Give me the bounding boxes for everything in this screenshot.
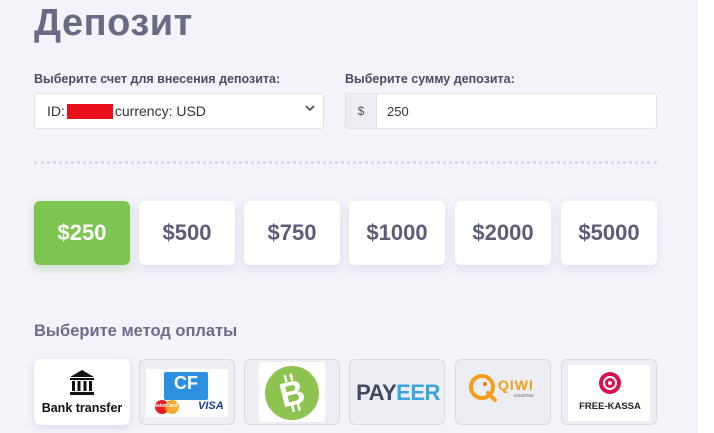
amount-input[interactable] bbox=[377, 102, 639, 120]
payeer-icon: PAYEER bbox=[356, 380, 440, 405]
currency-prefix: $ bbox=[346, 94, 377, 128]
bitcoin-icon: B bbox=[265, 366, 319, 420]
free-kassa-text: FREE-KASSA bbox=[579, 401, 641, 412]
page-title: Депозит bbox=[34, 2, 193, 44]
method-bank-transfer[interactable]: Bank transfer bbox=[34, 359, 130, 425]
amount-label: Выберите сумму депозита: bbox=[345, 72, 515, 86]
bank-icon bbox=[70, 370, 94, 395]
method-cards[interactable]: CF MasterCard VISA bbox=[139, 359, 235, 425]
method-bitcoin[interactable]: B bbox=[244, 359, 340, 425]
amount-option-1000[interactable]: $1000 bbox=[349, 201, 445, 265]
account-label: Выберите счет для внесения депозита: bbox=[34, 72, 281, 86]
redacted-id bbox=[66, 103, 113, 119]
bank-transfer-label: Bank transfer bbox=[41, 401, 123, 415]
amount-field: $ bbox=[345, 93, 657, 129]
method-free-kassa[interactable]: FREE-KASSA bbox=[561, 359, 657, 425]
free-kassa-icon bbox=[599, 372, 621, 394]
mastercard-text: MasterCard bbox=[150, 403, 178, 409]
amount-option-2000[interactable]: $2000 bbox=[455, 201, 551, 265]
account-id-prefix: ID: bbox=[47, 103, 65, 119]
amount-option-500[interactable]: $500 bbox=[139, 201, 235, 265]
method-payeer[interactable]: PAYEER bbox=[349, 359, 445, 425]
amount-option-5000[interactable]: $5000 bbox=[561, 201, 657, 265]
account-select[interactable]: ID: currency: USD bbox=[34, 93, 324, 129]
qiwi-text: QIWI bbox=[498, 377, 534, 393]
dotted-divider bbox=[34, 161, 657, 164]
cf-logo-text: CF bbox=[174, 373, 198, 393]
qiwi-sub: кошелек bbox=[514, 393, 534, 399]
right-edge bbox=[698, 0, 714, 433]
method-qiwi[interactable]: QIWI кошелек bbox=[455, 359, 551, 425]
chevron-down-icon bbox=[305, 105, 315, 112]
amount-option-250[interactable]: $250 bbox=[34, 201, 130, 265]
account-currency: currency: USD bbox=[114, 103, 206, 119]
visa-text: VISA bbox=[198, 400, 224, 412]
payment-method-label: Выберите метод оплаты bbox=[34, 322, 238, 340]
amount-option-750[interactable]: $750 bbox=[244, 201, 340, 265]
qiwi-icon bbox=[469, 374, 497, 402]
